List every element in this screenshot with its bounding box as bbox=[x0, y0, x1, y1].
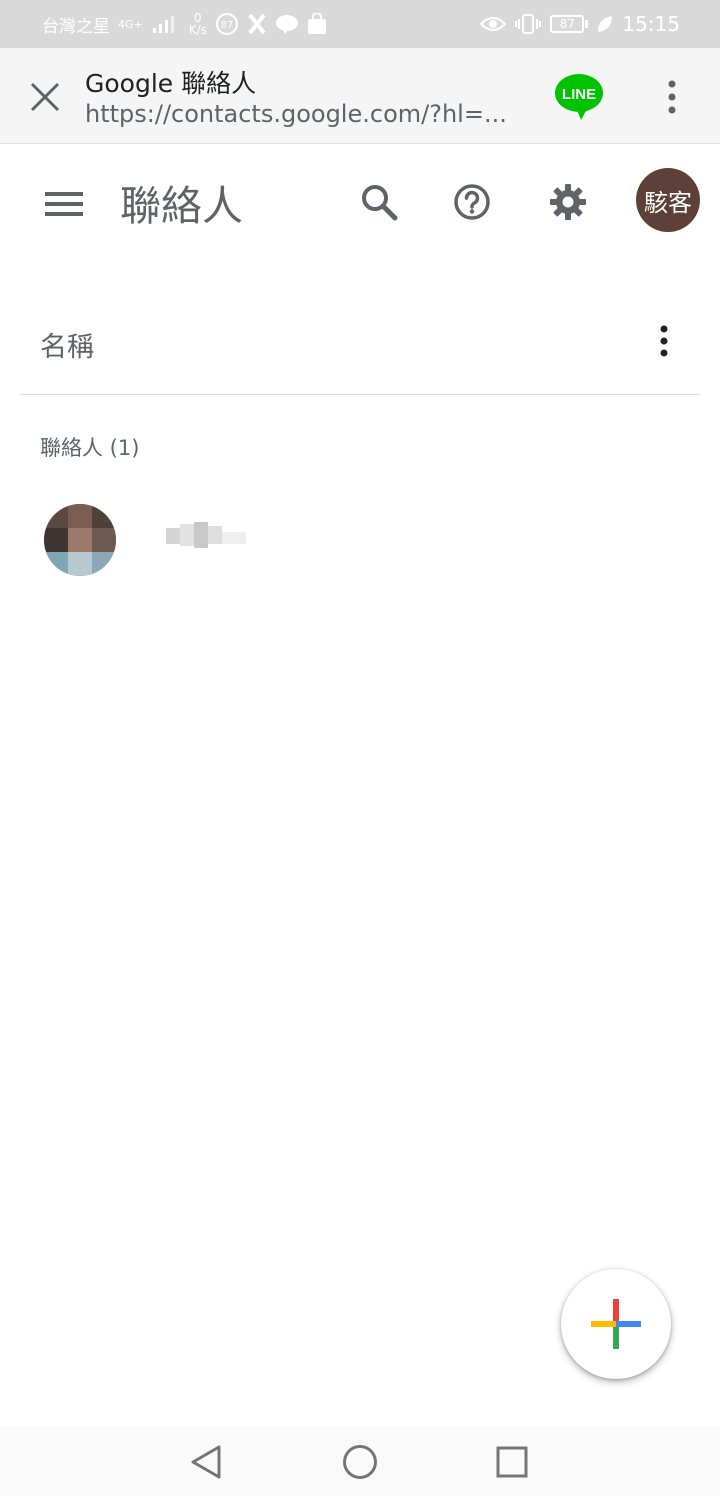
status-bar: 台灣之星 4G+ 0 K/s 87 87 15:15 bbox=[0, 0, 720, 48]
notification-badge-icon: 87 bbox=[215, 13, 238, 35]
search-button[interactable] bbox=[351, 174, 407, 230]
system-navigation-bar bbox=[0, 1426, 720, 1496]
svg-text:LINE: LINE bbox=[562, 86, 596, 103]
main-menu-button[interactable] bbox=[36, 176, 92, 232]
line-share-button[interactable]: LINE bbox=[553, 72, 605, 122]
recents-button[interactable] bbox=[490, 1440, 534, 1484]
account-avatar[interactable]: 駭客 bbox=[636, 168, 700, 232]
leaf-icon bbox=[598, 16, 613, 32]
status-right: 87 15:15 bbox=[480, 0, 680, 48]
eye-icon bbox=[480, 17, 507, 31]
tab-page-url[interactable]: https://contacts.google.com/?hl=... bbox=[85, 100, 525, 128]
home-button[interactable] bbox=[338, 1440, 382, 1484]
hamburger-menu-icon bbox=[45, 192, 83, 216]
more-vertical-icon bbox=[668, 80, 676, 114]
sort-column-label[interactable]: 名稱 bbox=[40, 325, 94, 364]
clock: 15:15 bbox=[622, 12, 680, 36]
app-header: 聯絡人 駭客 bbox=[0, 144, 720, 260]
app-notification-icon bbox=[248, 13, 266, 35]
network-speed: 0 K/s bbox=[188, 11, 207, 37]
gear-icon bbox=[550, 184, 586, 220]
signal-icon bbox=[152, 16, 174, 33]
create-contact-button[interactable] bbox=[561, 1269, 671, 1379]
carrier-name: 台灣之星 bbox=[42, 16, 110, 37]
contact-row[interactable] bbox=[20, 494, 700, 586]
back-button[interactable] bbox=[184, 1440, 228, 1484]
tab-more-menu-button[interactable] bbox=[650, 72, 694, 122]
line-logo-icon: LINE bbox=[555, 74, 603, 120]
tab-page-title: Google 聯絡人 bbox=[85, 69, 257, 98]
contact-avatar bbox=[44, 504, 116, 576]
settings-button[interactable] bbox=[540, 174, 596, 230]
back-triangle-icon bbox=[191, 1445, 221, 1479]
network-type: 4G+ bbox=[118, 17, 143, 31]
custom-tab-toolbar: Google 聯絡人 https://contacts.google.com/?… bbox=[0, 48, 720, 144]
more-vertical-icon bbox=[660, 325, 668, 357]
home-circle-icon bbox=[343, 1445, 377, 1479]
page-title: 聯絡人 bbox=[120, 182, 243, 230]
contact-name bbox=[156, 520, 256, 552]
contacts-section-label: 聯絡人 (1) bbox=[40, 436, 140, 460]
list-more-menu-button[interactable] bbox=[644, 317, 684, 365]
recents-square-icon bbox=[496, 1446, 528, 1478]
vibrate-icon bbox=[515, 14, 542, 34]
add-icon bbox=[591, 1299, 641, 1349]
search-icon bbox=[362, 185, 398, 221]
account-initials: 駭客 bbox=[644, 188, 692, 217]
battery-icon: 87 bbox=[550, 15, 589, 33]
close-icon bbox=[30, 82, 60, 112]
line-notification-icon bbox=[275, 15, 298, 34]
shopping-bag-icon bbox=[307, 13, 326, 34]
svg-text:87: 87 bbox=[221, 20, 234, 31]
status-left: 台灣之星 4G+ 0 K/s 87 bbox=[42, 0, 327, 48]
close-tab-button[interactable] bbox=[20, 72, 70, 122]
help-icon bbox=[454, 184, 490, 220]
help-button[interactable] bbox=[444, 174, 500, 230]
list-header: 名稱 bbox=[20, 295, 700, 395]
